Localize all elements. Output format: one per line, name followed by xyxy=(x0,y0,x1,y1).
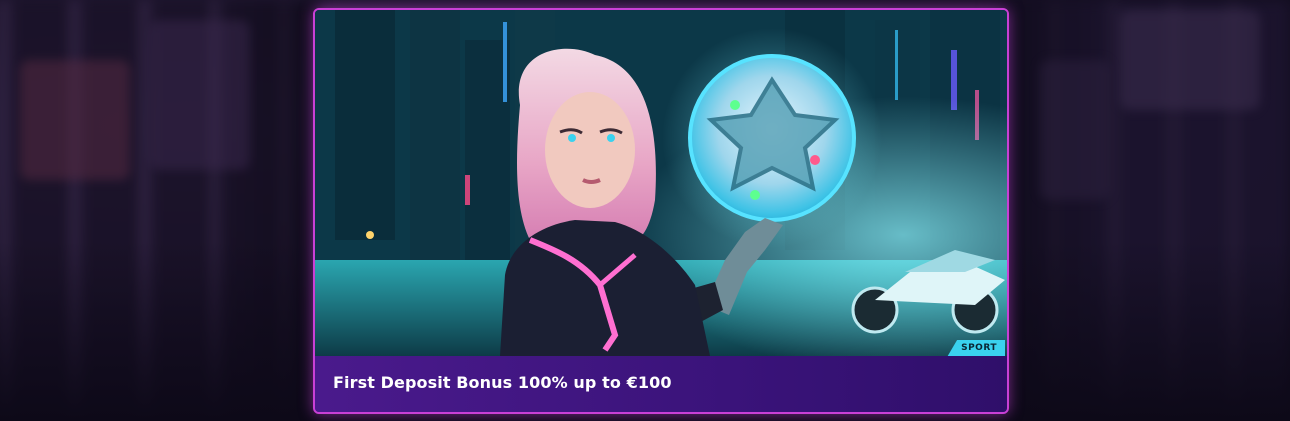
promo-caption-bar[interactable]: First Deposit Bonus 100% up to €100 xyxy=(315,356,1007,412)
blurred-slot-reel xyxy=(20,60,130,180)
category-badge: SPORT xyxy=(947,340,1005,357)
promo-hero-image[interactable] xyxy=(315,10,1007,356)
blurred-slot-screen xyxy=(1120,10,1260,110)
blurred-slot-screen xyxy=(1040,60,1110,200)
cyberpunk-football-illustration xyxy=(315,10,1007,356)
blurred-slot-reel xyxy=(150,20,250,170)
promo-title: First Deposit Bonus 100% up to €100 xyxy=(333,373,672,392)
promo-card[interactable]: SPORT First Deposit Bonus 100% up to €10… xyxy=(313,8,1009,414)
